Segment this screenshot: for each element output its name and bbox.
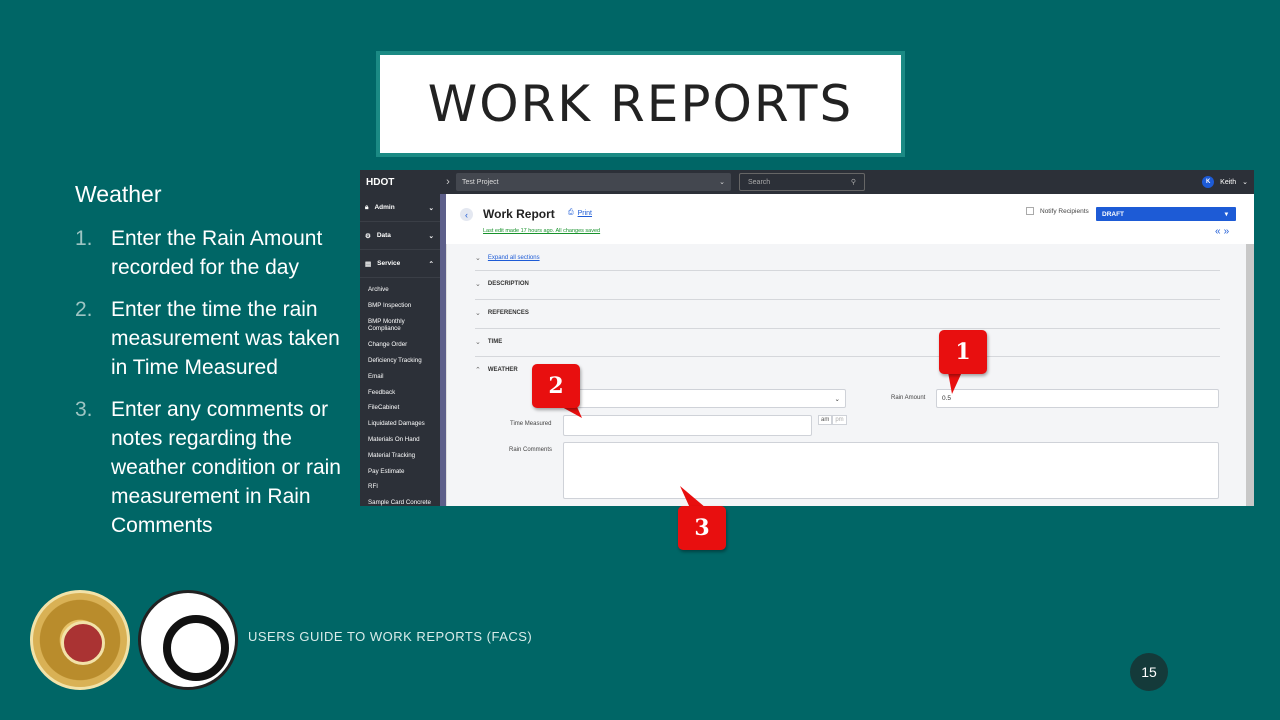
callout-2: 2 [532,364,580,408]
footer-text: USERS GUIDE TO WORK REPORTS (FACS) [248,629,533,644]
dot-logo [138,590,238,690]
callout-3-pointer [680,486,706,508]
callout-1-pointer [948,372,962,394]
callout-3: 3 [678,506,726,550]
callout-1: 1 [939,330,987,374]
page-number: 15 [1130,653,1168,691]
state-seal-logo [30,590,130,690]
